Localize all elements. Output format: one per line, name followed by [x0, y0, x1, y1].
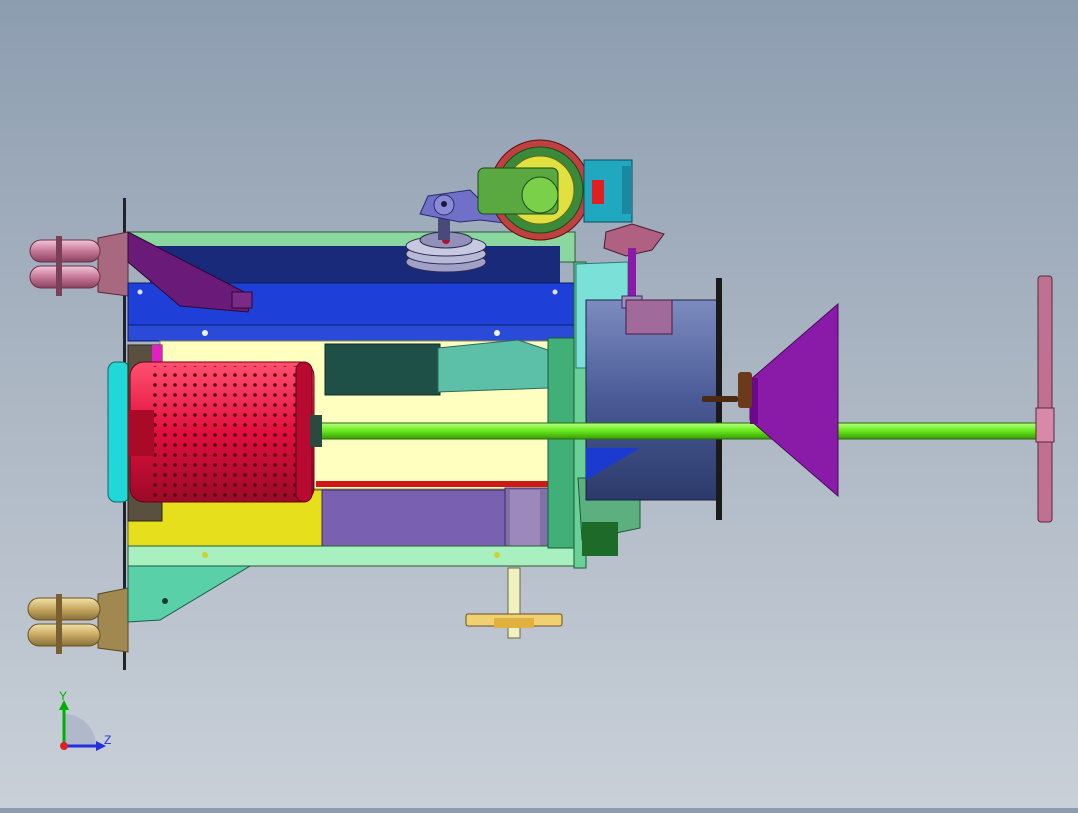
- triad-z-label: Z: [104, 733, 111, 747]
- side-cover: [107, 361, 131, 503]
- bottom-gear: [465, 567, 563, 639]
- triad-y-label: Y: [59, 689, 67, 703]
- model-canvas[interactable]: Y Z: [0, 0, 1078, 808]
- upper-nozzle-assembly: [29, 231, 129, 297]
- gear-motor: [477, 139, 633, 241]
- lower-nozzle-assembly: [27, 587, 129, 654]
- main-shaft: [311, 422, 1043, 440]
- cad-viewport[interactable]: Y Z: [0, 0, 1078, 808]
- purple-funnel: [749, 302, 839, 498]
- lower-bracket: [127, 565, 252, 623]
- coordinate-triad: Y Z: [59, 689, 111, 751]
- perforated-drum: [129, 361, 315, 503]
- end-plate: [1037, 275, 1053, 523]
